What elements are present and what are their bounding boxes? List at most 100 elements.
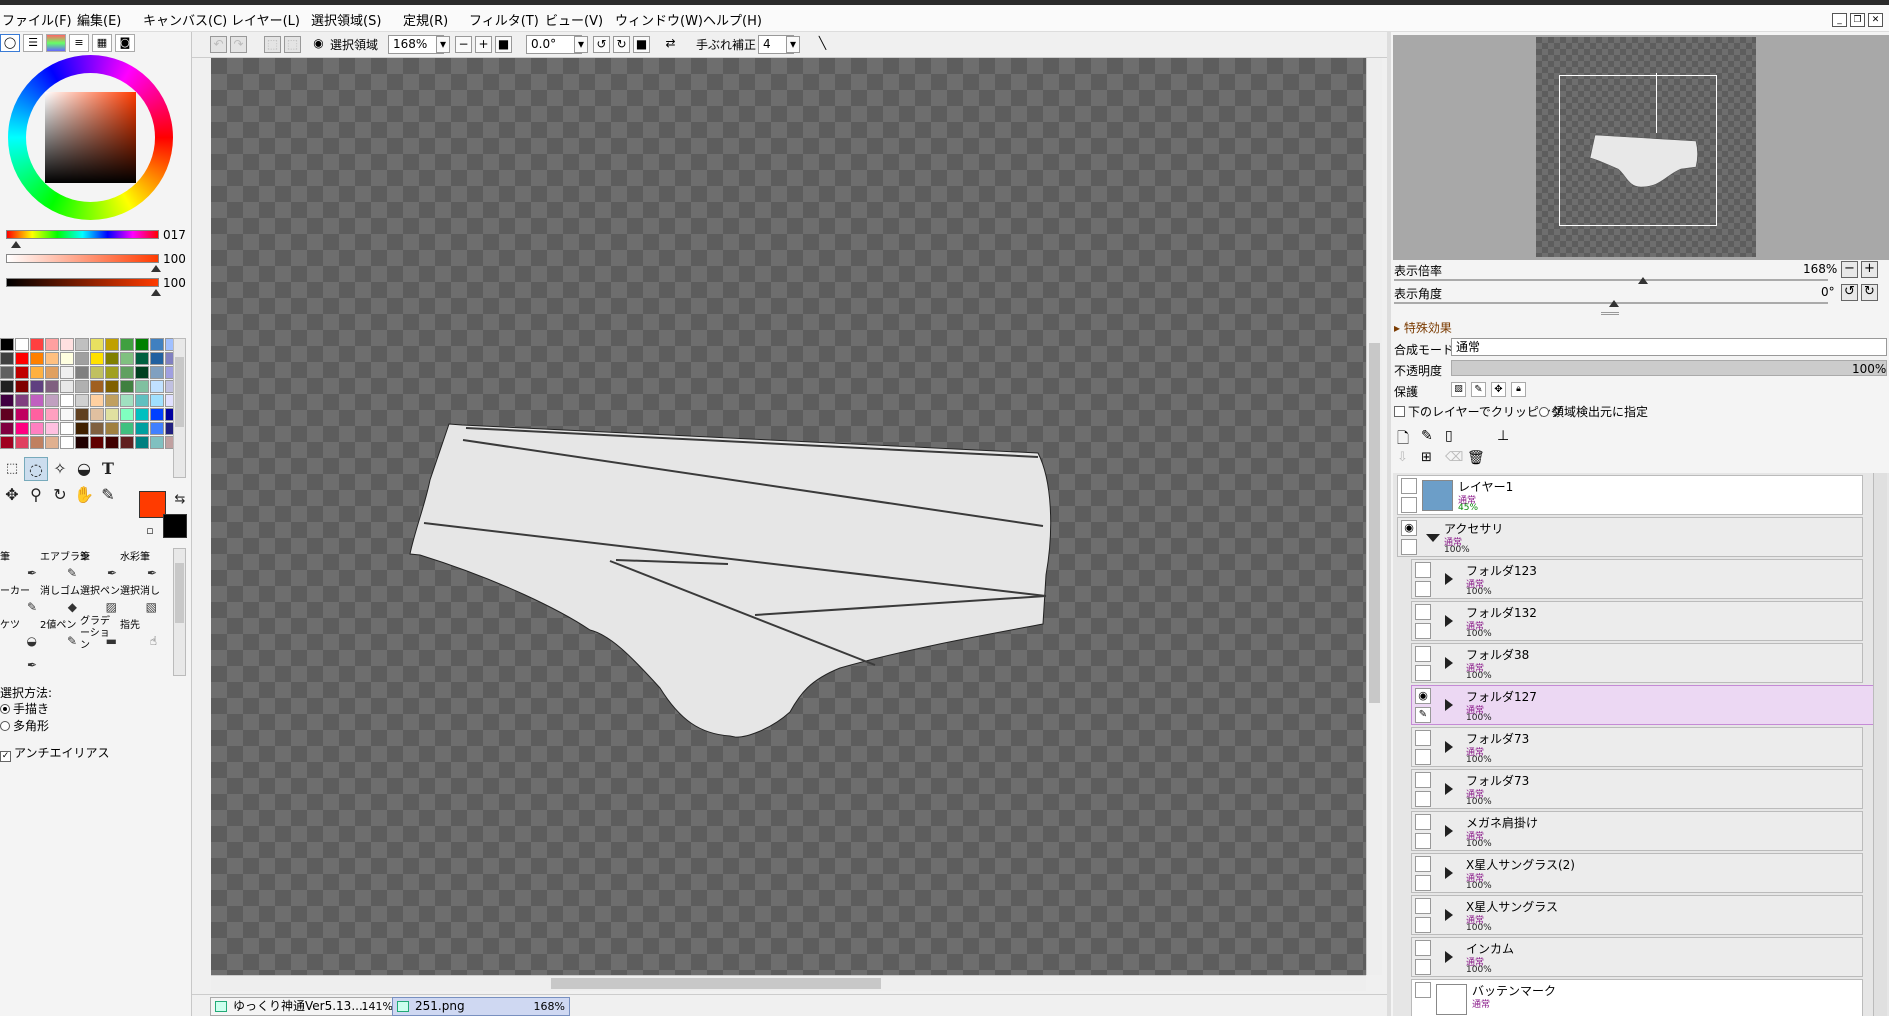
layer-select-checkbox[interactable]: [1415, 875, 1431, 891]
menu-file[interactable]: ファイル(F): [2, 10, 72, 29]
color-wheel-tab-icon[interactable]: ◯: [0, 34, 20, 52]
layer-select-checkbox[interactable]: [1415, 791, 1431, 807]
color-swatch[interactable]: [30, 394, 44, 407]
folder-collapsed-icon[interactable]: [1445, 741, 1453, 753]
color-swatch[interactable]: [90, 352, 104, 365]
checkbox-icon[interactable]: ✓: [0, 751, 11, 762]
canvas-horizontal-scrollbar[interactable]: [211, 975, 1366, 991]
brush-slot[interactable]: グラデーション ▬: [80, 616, 120, 651]
color-swatch[interactable]: [135, 394, 149, 407]
brush-scrollbar[interactable]: [173, 548, 186, 676]
color-swatch[interactable]: [75, 408, 89, 421]
eye-icon[interactable]: ◉: [1401, 520, 1417, 536]
visibility-toggle[interactable]: [1415, 898, 1431, 914]
color-swatch[interactable]: [30, 352, 44, 365]
folder-expanded-icon[interactable]: [1426, 534, 1440, 542]
menu-filter[interactable]: フィルタ(T): [469, 10, 539, 29]
document-tab[interactable]: ゆっくり神通Ver5.13.... 141%: [210, 997, 398, 1016]
folder-item[interactable]: フォルダ132 通常 100%: [1411, 601, 1863, 641]
color-swatch[interactable]: [15, 380, 29, 393]
rgb-slider-tab-icon[interactable]: ☰: [23, 34, 43, 52]
undo-icon[interactable]: ↶: [210, 36, 227, 53]
layer-select-checkbox[interactable]: [1415, 581, 1431, 597]
color-swatch[interactable]: [135, 380, 149, 393]
method-polygon[interactable]: 多角形: [0, 717, 49, 734]
color-swatch[interactable]: [15, 436, 29, 449]
visibility-toggle[interactable]: [1415, 982, 1431, 998]
folder-item[interactable]: X星人サングラス 通常 100%: [1411, 895, 1863, 935]
document-tab-active[interactable]: 251.png 168%: [392, 997, 570, 1016]
swatches-scroll-thumb[interactable]: [175, 357, 184, 427]
color-swatch[interactable]: [105, 338, 119, 351]
menu-canvas[interactable]: キャンバス(C): [143, 10, 227, 29]
color-swatch[interactable]: [45, 380, 59, 393]
swap-colors-icon[interactable]: ⇆: [168, 488, 192, 512]
folder-collapsed-icon[interactable]: [1445, 699, 1453, 711]
lasso-icon[interactable]: ◌: [24, 457, 48, 481]
view-angle-knob[interactable]: [1609, 300, 1619, 307]
menu-view[interactable]: ビュー(V): [545, 10, 603, 29]
chevron-down-icon[interactable]: ▾: [574, 36, 588, 53]
clear-layer-icon[interactable]: ⌫: [1445, 450, 1463, 465]
detection-source-option[interactable]: 領域検出元に指定: [1539, 403, 1648, 420]
color-swatch[interactable]: [150, 338, 164, 351]
layer-settings-icon[interactable]: ⊥: [1497, 428, 1509, 444]
color-swatch[interactable]: [105, 394, 119, 407]
color-swatch[interactable]: [75, 422, 89, 435]
folder-item[interactable]: メガネ肩掛け 通常 100%: [1411, 811, 1863, 851]
color-swatch[interactable]: [120, 380, 134, 393]
canvas-vertical-scrollbar[interactable]: [1366, 58, 1382, 975]
restore-icon[interactable]: ❐: [1850, 13, 1865, 27]
rotate-right-icon[interactable]: ↻: [613, 36, 630, 53]
color-swatch[interactable]: [30, 338, 44, 351]
swatches-tab-icon[interactable]: ▦: [92, 34, 112, 52]
color-swatch[interactable]: [150, 436, 164, 449]
brush-scroll-thumb[interactable]: [175, 563, 184, 623]
hsv-slider-tab-icon[interactable]: [46, 34, 66, 52]
swatches-scrollbar[interactable]: [173, 338, 186, 478]
layer-select-checkbox[interactable]: [1415, 665, 1431, 681]
menu-edit[interactable]: 編集(E): [77, 10, 121, 29]
layer-select-checkbox[interactable]: [1415, 623, 1431, 639]
brush-slot[interactable]: 2値ペン ✎: [40, 616, 80, 650]
brush-slot[interactable]: ケツ ◒: [0, 616, 40, 650]
color-swatch[interactable]: [15, 394, 29, 407]
color-swatch[interactable]: [105, 366, 119, 379]
layer-select-checkbox[interactable]: [1415, 833, 1431, 849]
color-swatch[interactable]: [150, 352, 164, 365]
method-freehand[interactable]: 手描き: [0, 700, 49, 717]
flip-horizontal-icon[interactable]: ⇄: [662, 36, 679, 53]
visibility-toggle[interactable]: [1415, 604, 1431, 620]
color-swatch[interactable]: [45, 436, 59, 449]
color-swatch[interactable]: [15, 408, 29, 421]
menu-ruler[interactable]: 定規(R): [403, 10, 448, 29]
folder-item[interactable]: X星人サングラス(2) 通常 100%: [1411, 853, 1863, 893]
color-swatch[interactable]: [30, 366, 44, 379]
color-swatch[interactable]: [60, 408, 74, 421]
saturation-slider[interactable]: [6, 254, 159, 263]
deselect-icon[interactable]: ⬚: [264, 36, 281, 53]
color-swatch[interactable]: [0, 408, 14, 421]
color-swatch[interactable]: [60, 352, 74, 365]
color-swatch[interactable]: [135, 408, 149, 421]
layer-select-checkbox[interactable]: [1415, 917, 1431, 933]
value-slider-knob[interactable]: [151, 289, 161, 296]
color-swatch[interactable]: [120, 436, 134, 449]
color-swatch[interactable]: [0, 422, 14, 435]
menu-window[interactable]: ウィンドウ(W): [615, 10, 703, 29]
brush-slot[interactable]: 筆 ✒: [0, 548, 40, 582]
color-swatch[interactable]: [15, 338, 29, 351]
eye-icon[interactable]: ◉: [310, 36, 327, 53]
folder-item[interactable]: フォルダ38 通常 100%: [1411, 643, 1863, 683]
color-swatch[interactable]: [75, 380, 89, 393]
chevron-down-icon[interactable]: ▾: [786, 36, 800, 53]
visibility-toggle[interactable]: [1415, 646, 1431, 662]
rotate-icon[interactable]: ↻: [48, 483, 72, 507]
color-swatch[interactable]: [135, 422, 149, 435]
brush-slot[interactable]: 指先 ☝: [120, 616, 160, 650]
visibility-toggle[interactable]: [1415, 940, 1431, 956]
color-swatch[interactable]: [75, 366, 89, 379]
color-swatch[interactable]: [75, 352, 89, 365]
mixer-tab-icon[interactable]: ≡: [69, 34, 89, 52]
radio-icon[interactable]: [1539, 407, 1549, 417]
